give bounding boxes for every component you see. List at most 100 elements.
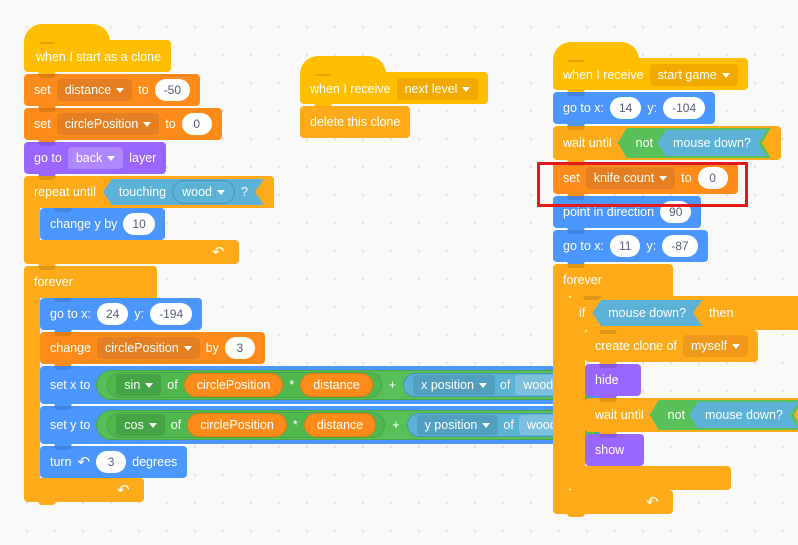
change-amount-input[interactable]: 3 xyxy=(224,337,255,359)
turn-label: turn xyxy=(50,455,72,469)
y-input[interactable]: -87 xyxy=(662,235,698,257)
boolean-mouse-down-2[interactable]: mouse down? xyxy=(592,300,702,326)
chevron-down-icon xyxy=(462,86,471,92)
wait-until-label: wait until xyxy=(563,136,612,150)
plus-operator-label: + xyxy=(392,418,400,432)
set-x-label: set x to xyxy=(50,378,91,392)
math-function-dropdown-cos[interactable]: cos xyxy=(116,414,165,436)
hat-curve xyxy=(300,56,386,74)
block-delete-this-clone[interactable]: delete this clone xyxy=(300,106,411,138)
block-set-y-to[interactable]: set y to cos of circlePosition * distanc… xyxy=(40,406,609,447)
variable-name: circlePosition xyxy=(64,117,139,131)
block-go-to-xy-clone[interactable]: go to x: 24 y: -194 xyxy=(40,298,203,333)
if-header[interactable]: if mouse down? then xyxy=(569,296,798,330)
boolean-not-1[interactable]: not mouse down? xyxy=(618,128,771,158)
block-change-circleposition[interactable]: change circlePosition by 3 xyxy=(40,332,265,367)
to-label: to xyxy=(165,117,176,131)
chevron-down-icon xyxy=(148,422,157,428)
operator-multiply-x[interactable]: sin of circlePosition * distance xyxy=(107,372,382,398)
direction-input[interactable]: 90 xyxy=(660,201,692,223)
value-input-distance[interactable]: -50 xyxy=(154,79,191,101)
touching-target-dropdown[interactable]: wood xyxy=(172,180,235,204)
block-repeat-until[interactable]: repeat until touching wood ? change y by… xyxy=(24,176,274,267)
boolean-touching-wood[interactable]: touching wood ? xyxy=(103,179,264,205)
hat-block-when-i-start-as-a-clone[interactable]: when I start as a clone xyxy=(24,24,172,75)
forever-label: forever xyxy=(563,273,602,287)
script-when-i-receive-start-game[interactable]: when I receive start game go to x: 14 y:… xyxy=(553,42,798,517)
value-input-circleposition[interactable]: 0 xyxy=(181,113,212,135)
boolean-mouse-down-1[interactable]: mouse down? xyxy=(657,130,767,156)
block-create-clone-of[interactable]: create clone of myself xyxy=(585,330,759,365)
x-input[interactable]: 14 xyxy=(610,97,642,119)
variable-reporter-distance[interactable]: distance xyxy=(300,373,373,397)
block-wait-until-not-mouse-down-2[interactable]: wait until not mouse down? xyxy=(585,398,798,435)
x-input[interactable]: 11 xyxy=(610,235,641,257)
property-dropdown-y-position[interactable]: y position xyxy=(416,415,499,435)
forever-body: go to x: 24 y: -194 change circlePositio… xyxy=(24,298,609,481)
block-go-to-xy-start[interactable]: go to x: 14 y: -104 xyxy=(553,92,716,127)
message-dropdown-start-game[interactable]: start game xyxy=(649,64,738,86)
boolean-not-2[interactable]: not mouse down? xyxy=(650,400,798,430)
chevron-down-icon xyxy=(143,121,152,127)
operator-add-y[interactable]: cos of circlePosition * distance + y pos… xyxy=(96,410,599,440)
forever-header[interactable]: forever xyxy=(24,266,157,298)
c-arm xyxy=(569,330,585,466)
block-point-in-direction[interactable]: point in direction 90 xyxy=(553,196,702,231)
block-hide[interactable]: hide xyxy=(585,364,641,399)
block-turn-right[interactable]: turn ↶ 3 degrees xyxy=(40,446,188,481)
block-set-knife-count[interactable]: set knife count to 0 xyxy=(553,162,738,197)
block-set-x-to[interactable]: set x to sin of circlePosition * distanc… xyxy=(40,366,606,407)
variable-reporter-distance[interactable]: distance xyxy=(303,413,377,437)
forever-header[interactable]: forever xyxy=(553,264,673,296)
turn-degrees-input[interactable]: 3 xyxy=(96,451,127,473)
when-i-receive-label: when I receive xyxy=(563,68,644,82)
variable-dropdown-circleposition[interactable]: circlePosition xyxy=(97,337,200,359)
block-show[interactable]: show xyxy=(585,434,645,469)
variable-reporter-circleposition[interactable]: circlePosition xyxy=(183,373,284,397)
y-input[interactable]: -104 xyxy=(663,97,706,119)
math-function-value: sin xyxy=(124,378,141,392)
sprite-value: wood xyxy=(523,378,554,392)
operator-multiply-y[interactable]: cos of circlePosition * distance xyxy=(107,412,386,438)
math-function-dropdown-sin[interactable]: sin xyxy=(116,374,162,396)
layer-dropdown[interactable]: back xyxy=(67,147,124,169)
repeat-until-body: change y by 10 xyxy=(24,208,274,243)
change-y-input[interactable]: 10 xyxy=(123,213,155,235)
value-input-knife-count[interactable]: 0 xyxy=(697,167,728,189)
operator-add-x[interactable]: sin of circlePosition * distance + x pos… xyxy=(96,370,596,400)
property-value: x position xyxy=(421,378,474,392)
hat-block-when-i-receive-start-game[interactable]: when I receive start game xyxy=(553,42,748,93)
block-forever-start-game[interactable]: forever if mouse down? then create clone… xyxy=(553,264,798,517)
layer-suffix-label: layer xyxy=(129,151,157,165)
hat-block-when-i-receive-next-level[interactable]: when I receive next level xyxy=(300,56,489,107)
block-forever-clone[interactable]: forever go to x: 24 y: -194 change circl… xyxy=(24,266,609,505)
message-value: start game xyxy=(657,68,717,82)
if-body: create clone of myself hide wait until n… xyxy=(569,330,798,469)
variable-dropdown-circleposition[interactable]: circlePosition xyxy=(56,113,160,135)
property-dropdown-x-position[interactable]: x position xyxy=(413,375,495,395)
go-to-x-label: go to x: xyxy=(563,101,604,115)
block-wait-until-not-mouse-down-1[interactable]: wait until not mouse down? xyxy=(553,126,781,163)
clone-target-dropdown[interactable]: myself xyxy=(683,335,749,357)
y-input[interactable]: -194 xyxy=(150,303,193,325)
block-if-mouse-down-then[interactable]: if mouse down? then create clone of myse… xyxy=(569,296,798,493)
repeat-until-header[interactable]: repeat until touching wood ? xyxy=(24,176,274,208)
by-label: by xyxy=(205,341,219,355)
x-input[interactable]: 24 xyxy=(97,303,129,325)
create-clone-label: create clone of xyxy=(595,339,677,353)
block-go-to-layer[interactable]: go to back layer xyxy=(24,142,167,177)
chevron-down-icon xyxy=(217,190,225,195)
block-set-circleposition[interactable]: set circlePosition to 0 xyxy=(24,108,222,143)
message-dropdown-next-level[interactable]: next level xyxy=(396,78,479,100)
block-go-to-xy-start-2[interactable]: go to x: 11 y: -87 xyxy=(553,230,708,265)
repeat-until-label: repeat until xyxy=(34,185,96,199)
variable-reporter-circleposition[interactable]: circlePosition xyxy=(187,413,287,437)
block-set-distance[interactable]: set distance to -50 xyxy=(24,74,201,109)
script-when-i-receive-next-level[interactable]: when I receive next level delete this cl… xyxy=(300,56,489,138)
question-mark-label: ? xyxy=(241,185,248,199)
boolean-mouse-down-3[interactable]: mouse down? xyxy=(689,402,798,428)
variable-dropdown-distance[interactable]: distance xyxy=(56,79,133,101)
variable-dropdown-knife-count[interactable]: knife count xyxy=(585,167,676,189)
block-change-y-by[interactable]: change y by 10 xyxy=(40,208,165,243)
forever-label: forever xyxy=(34,275,73,289)
